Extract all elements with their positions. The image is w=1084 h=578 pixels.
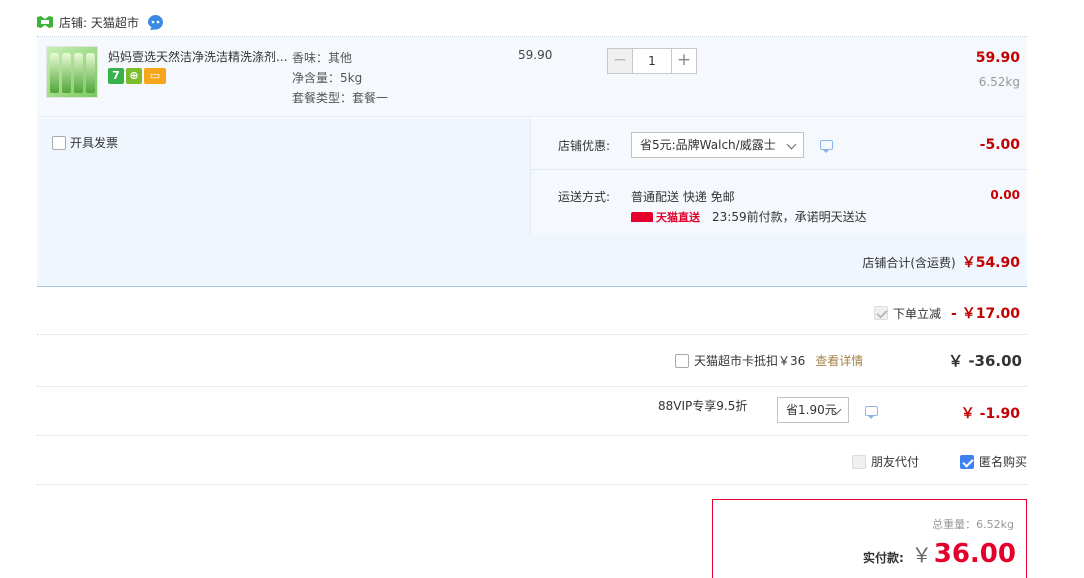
order-discount-checkbox bbox=[874, 306, 889, 320]
product-service-tags: 7 ⊕ ▭ bbox=[108, 68, 166, 84]
item-subtotal: 59.90 bbox=[975, 50, 1020, 66]
wangwang-chat-icon[interactable] bbox=[147, 14, 164, 31]
order-discount-label: 下单立减 bbox=[893, 306, 942, 321]
anonymous-purchase-label: 匿名购买 bbox=[979, 455, 1028, 469]
friend-pay-checkbox bbox=[852, 454, 866, 469]
vip-amount-group: ￥ -1.90 bbox=[961, 403, 1020, 423]
invoice-option[interactable]: 开具发票 bbox=[52, 134, 118, 151]
anonymous-purchase-checkbox[interactable] bbox=[960, 454, 974, 469]
tmall-card-group: 天猫超市卡抵扣￥36 查看详情 bbox=[675, 352, 863, 369]
friend-pay-label: 朋友代付 bbox=[871, 455, 920, 469]
product-thumbnail[interactable] bbox=[46, 46, 98, 98]
quantity-stepper: − 1 + bbox=[607, 48, 697, 74]
vip-label: 88VIP专享9.5折 bbox=[658, 399, 748, 413]
vip-value: ￥ -1.90 bbox=[960, 406, 1020, 422]
sku-package: 套餐类型：套餐一 bbox=[292, 91, 389, 105]
shipping-amount: 0.00 bbox=[990, 188, 1020, 202]
shipping-promise: 23:59前付款，承诺明天送达 bbox=[712, 210, 867, 224]
vip-discount-row: 88VIP专享9.5折 省1.90元 ￥ -1.90 bbox=[37, 387, 1027, 436]
tmall-direct-text: 天猫直送 bbox=[656, 210, 700, 224]
payment-summary: 总重量：6.52kg 实付款: ￥ 36.00 bbox=[712, 499, 1027, 578]
sku-scent: 香味：其他 bbox=[292, 51, 353, 65]
shipping-label: 运送方式: bbox=[558, 190, 611, 204]
friend-pay-option: 朋友代付 bbox=[852, 453, 919, 470]
shop-total-value: ￥54.90 bbox=[961, 255, 1020, 271]
tmall-card-amount-group: ￥ -36.00 bbox=[948, 350, 1022, 371]
tmall-direct-logo: 天猫直送 bbox=[631, 209, 700, 225]
quantity-decrease-button[interactable]: − bbox=[607, 48, 633, 74]
shipping-method: 普通配送 快递 免邮 bbox=[631, 190, 735, 204]
tmall-card-value: ￥ -36.00 bbox=[948, 352, 1022, 370]
amount-payable-value: 36.00 bbox=[933, 539, 1016, 569]
product-title[interactable]: 妈妈壹选天然洁净洗洁精洗涤剂... bbox=[108, 48, 290, 65]
shop-total: 店铺合计(含运费) ￥54.90 bbox=[862, 252, 1020, 272]
total-weight: 总重量：6.52kg bbox=[932, 518, 1014, 531]
quantity-input[interactable]: 1 bbox=[633, 48, 671, 74]
message-icon[interactable] bbox=[865, 406, 878, 419]
invoice-label: 开具发票 bbox=[70, 136, 119, 150]
tmall-card-label: 天猫超市卡抵扣￥36 bbox=[694, 354, 806, 368]
sku-net-content: 净含量：5kg bbox=[292, 71, 363, 85]
shop-options-panel: 店铺优惠: 省5元:品牌Walch/威露士 -5.00 运送方式: 普通配送 快… bbox=[530, 118, 1028, 234]
shop-discount-value: 省5元:品牌Walch/威露士 bbox=[640, 138, 776, 152]
product-sku: 香味：其他 净含量：5kg 套餐类型：套餐一 bbox=[292, 48, 388, 108]
order-discount-value: - ￥17.00 bbox=[951, 306, 1020, 322]
invoice-checkbox[interactable] bbox=[52, 135, 66, 150]
shop-icon bbox=[37, 16, 53, 28]
vip-group: 88VIP专享9.5折 bbox=[658, 397, 752, 414]
invoice-icon[interactable]: ▭ bbox=[144, 68, 166, 84]
message-icon[interactable] bbox=[820, 140, 833, 153]
shop-total-label: 店铺合计(含运费) bbox=[862, 256, 956, 270]
unit-price: 59.90 bbox=[518, 48, 553, 62]
shop-discount-select[interactable]: 省5元:品牌Walch/威露士 bbox=[631, 132, 804, 158]
tmall-cat-icon bbox=[631, 211, 653, 222]
currency-symbol: ￥ bbox=[911, 543, 932, 567]
amount-payable-label: 实付款: bbox=[862, 551, 904, 565]
guarantee-icon[interactable]: ⊕ bbox=[126, 68, 142, 84]
vip-discount-value: 省1.90元 bbox=[786, 403, 837, 417]
quantity-increase-button[interactable]: + bbox=[671, 48, 697, 74]
shipping-promise-line: 天猫直送 23:59前付款，承诺明天送达 bbox=[631, 208, 867, 225]
amount-payable: 实付款: ￥ 36.00 bbox=[863, 539, 1016, 569]
options-divider bbox=[531, 169, 1028, 170]
item-weight: 6.52kg bbox=[978, 75, 1020, 89]
order-discount-group: 下单立减 - ￥17.00 bbox=[874, 303, 1020, 323]
shop-discount-amount: -5.00 bbox=[979, 137, 1020, 153]
vip-discount-select[interactable]: 省1.90元 bbox=[777, 397, 849, 423]
shop-name[interactable]: 店铺: 天猫超市 bbox=[59, 14, 139, 31]
anonymous-purchase-option[interactable]: 匿名购买 bbox=[960, 453, 1027, 470]
tmall-card-checkbox[interactable] bbox=[675, 353, 689, 368]
order-options: 开具发票 店铺优惠: 省5元:品牌Walch/威露士 -5.00 运送方式: 普… bbox=[37, 118, 1028, 287]
tmall-card-row: 天猫超市卡抵扣￥36 查看详情 ￥ -36.00 bbox=[37, 335, 1027, 387]
chevron-down-icon bbox=[786, 139, 797, 150]
order-discount-row: 下单立减 - ￥17.00 bbox=[37, 288, 1027, 335]
seven-day-return-icon[interactable]: 7 bbox=[108, 68, 124, 84]
shop-discount-label: 店铺优惠: bbox=[558, 139, 611, 153]
payment-options-row: 朋友代付 匿名购买 bbox=[37, 436, 1027, 485]
shop-header: 店铺: 天猫超市 bbox=[37, 12, 164, 32]
view-details-link[interactable]: 查看详情 bbox=[815, 352, 863, 369]
cart-item-row: 妈妈壹选天然洁净洗洁精洗涤剂... 7 ⊕ ▭ 香味：其他 净含量：5kg 套餐… bbox=[37, 37, 1027, 117]
